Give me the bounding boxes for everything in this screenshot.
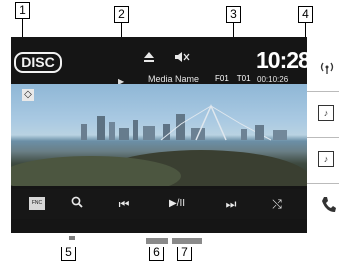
next-track-button[interactable]: ⏭	[216, 193, 246, 215]
playback-screen: DISC ▶ Media Name F01T01 10:28 00:10:26	[11, 37, 307, 233]
wireless-signal-icon[interactable]	[315, 59, 339, 80]
status-bar-segment-1	[146, 238, 168, 244]
repeat-indicator	[69, 236, 75, 240]
elapsed-time: 00:10:26	[257, 75, 289, 84]
music-note-icon[interactable]: ♪	[318, 105, 334, 121]
search-icon[interactable]	[66, 193, 88, 215]
media-name-label: Media Name	[148, 74, 200, 84]
eject-icon[interactable]	[143, 51, 155, 65]
previous-track-button[interactable]: ⏮	[109, 193, 139, 215]
clock-display: 10:28	[256, 47, 307, 73]
city-skyline-illustration	[11, 104, 307, 186]
video-area[interactable]: ◇	[11, 84, 307, 186]
track-number: T01	[236, 74, 251, 83]
phone-icon[interactable]	[316, 195, 339, 218]
control-bar: FNC ⏮ ▶/II ⏭ ⤭	[11, 189, 307, 219]
play-pause-button[interactable]: ▶/II	[161, 193, 193, 215]
music-note-small-icon[interactable]: ♪	[318, 151, 334, 167]
folder-number: F01	[215, 74, 229, 83]
status-bar-segment-2	[172, 238, 202, 244]
function-button[interactable]: FNC	[29, 197, 45, 210]
aspect-indicator: ◇	[22, 89, 34, 101]
callout-3: 3	[226, 6, 241, 23]
shuffle-button[interactable]: ⤭	[265, 193, 289, 215]
mute-icon[interactable]	[174, 51, 190, 66]
sidebar: ♪ ♪	[307, 37, 339, 233]
folder-track-info: F01 T01	[215, 74, 259, 83]
callout-2: 2	[114, 6, 129, 23]
callout-1: 1	[15, 2, 30, 19]
source-disc-button[interactable]: DISC	[14, 52, 62, 73]
callout-4: 4	[298, 6, 313, 23]
